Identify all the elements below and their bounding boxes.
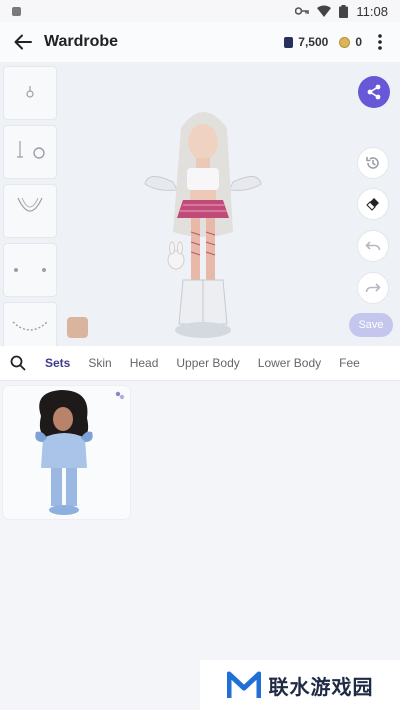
outfit-set-card[interactable]: [3, 386, 130, 519]
accessory-slot-sparkles[interactable]: [3, 243, 57, 297]
wifi-icon: [317, 5, 332, 17]
status-bar: 11:08: [0, 0, 400, 22]
tab-feet[interactable]: Fee: [330, 356, 369, 370]
back-button[interactable]: [8, 27, 38, 57]
currency-display: 7,500 0: [284, 35, 362, 49]
key-icon: [295, 7, 310, 15]
gem-icon: [284, 36, 294, 48]
notification-icon: [12, 6, 21, 16]
more-vert-icon: [378, 34, 382, 50]
status-indicators: 11:08: [295, 4, 388, 19]
outfit-preview: [35, 390, 93, 515]
app-bar: Wardrobe 7,500 0: [0, 22, 400, 62]
tab-sets[interactable]: Sets: [36, 356, 79, 370]
more-menu-button[interactable]: [368, 34, 392, 50]
category-tabs: Sets Skin Head Upper Body Lower Body Fee: [0, 346, 400, 381]
battery-icon: [339, 4, 349, 18]
avatar-figure: [144, 112, 262, 338]
share-button[interactable]: [358, 76, 390, 108]
redo-button[interactable]: [358, 273, 388, 303]
page-title: Wardrobe: [44, 33, 119, 50]
coin-icon: [339, 36, 351, 48]
tab-upper-body[interactable]: Upper Body: [167, 356, 248, 370]
watermark: 联水游戏园: [200, 660, 400, 710]
save-button[interactable]: Save: [349, 313, 393, 337]
share-icon: [367, 84, 381, 100]
coin-count: 0: [355, 35, 362, 49]
undo-button[interactable]: [358, 231, 388, 261]
accessory-slot-hair-clip[interactable]: [3, 66, 57, 120]
eraser-icon: [366, 198, 379, 211]
arrow-left-icon: [14, 34, 32, 50]
status-time: 11:08: [356, 3, 388, 19]
tab-lower-body[interactable]: Lower Body: [249, 356, 330, 370]
history-button[interactable]: [358, 148, 388, 178]
avatar-preview: Save: [0, 62, 400, 356]
necklace-icon: [17, 197, 43, 212]
earrings-icon: [17, 141, 45, 159]
history-icon: [366, 157, 379, 169]
hair-clip-icon: [26, 86, 34, 98]
accessory-slots: [3, 66, 57, 361]
redo-icon: [365, 283, 381, 293]
watermark-logo: [226, 671, 261, 698]
watermark-text: 联水游戏园: [268, 676, 374, 699]
sparkle-icon: [14, 268, 46, 272]
search-icon: [10, 355, 26, 371]
accessory-slot-necklace[interactable]: [3, 184, 57, 238]
gem-count: 7,500: [298, 35, 329, 49]
search-button[interactable]: [0, 355, 36, 371]
chain-icon: [12, 321, 48, 331]
undo-icon: [365, 241, 381, 251]
tab-skin[interactable]: Skin: [79, 356, 120, 370]
tab-head[interactable]: Head: [121, 356, 168, 370]
accessory-slot-earrings[interactable]: [3, 125, 57, 179]
skin-tone-swatch[interactable]: [67, 317, 88, 338]
eraser-button[interactable]: [358, 189, 388, 219]
